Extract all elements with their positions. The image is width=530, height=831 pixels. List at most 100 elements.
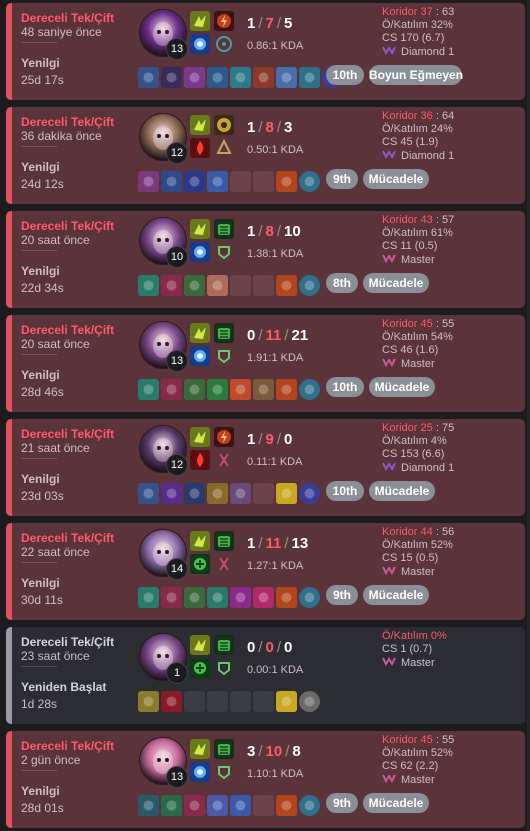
- match-duration: 22d 34s: [21, 281, 64, 295]
- item-icon[interactable]: [230, 795, 251, 816]
- item-icon[interactable]: [184, 587, 205, 608]
- result-stripe: [6, 3, 12, 100]
- ward-item-icon[interactable]: [299, 795, 320, 816]
- ward-item-icon[interactable]: [299, 275, 320, 296]
- match-card[interactable]: Dereceli Tek/Çift 36 dakika önce Yenilgi…: [6, 107, 525, 204]
- champion-level: 12: [166, 454, 188, 476]
- assists: 5: [284, 15, 293, 32]
- item-icon[interactable]: [138, 483, 159, 504]
- kills: 0: [247, 639, 256, 656]
- item-icon[interactable]: [161, 379, 182, 400]
- item-icon[interactable]: [253, 379, 274, 400]
- pk-line: Koridor 25 : 75: [382, 422, 455, 434]
- match-card[interactable]: Dereceli Tek/Çift 20 saat önce Yenilgi 22…: [6, 211, 525, 308]
- flash-spell-icon: [190, 242, 210, 262]
- item-icon[interactable]: [161, 171, 182, 192]
- aftershock-rune-icon: [214, 531, 234, 551]
- match-card[interactable]: Dereceli Tek/Çift 20 saat önce Yenilgi 28…: [6, 315, 525, 412]
- item-icon[interactable]: [230, 587, 251, 608]
- ward-item-icon[interactable]: [299, 171, 320, 192]
- kills: 1: [247, 119, 256, 136]
- pk-label: Koridor 37: [382, 6, 433, 18]
- item-slot-empty: [253, 275, 274, 296]
- item-icon[interactable]: [161, 275, 182, 296]
- kda-score: 1/8/3: [247, 119, 293, 136]
- item-icon[interactable]: [207, 67, 228, 88]
- item-icon[interactable]: [207, 483, 228, 504]
- item-icon[interactable]: [184, 795, 205, 816]
- item-slot-empty: [207, 691, 228, 712]
- kill-participation: Ö/Katılım 54%: [382, 331, 453, 343]
- time-ago: 20 saat önce: [21, 337, 90, 351]
- kill-participation: Ö/Katılım 52%: [382, 747, 453, 759]
- item-icon[interactable]: [184, 171, 205, 192]
- ward-item-icon[interactable]: [299, 587, 320, 608]
- pk-percent: 55: [441, 318, 455, 330]
- item-icon[interactable]: [207, 379, 228, 400]
- item-icon[interactable]: [138, 587, 159, 608]
- match-card[interactable]: Dereceli Tek/Çift 2 gün önce Yenilgi 28d …: [6, 731, 525, 828]
- kda-score: 0/0/0: [247, 639, 293, 656]
- item-icon[interactable]: [161, 795, 182, 816]
- ward-item-icon[interactable]: [299, 483, 320, 504]
- item-icon[interactable]: [161, 691, 182, 712]
- deaths: 7: [265, 15, 274, 32]
- item-icon[interactable]: [184, 483, 205, 504]
- match-stats: Koridor 25 : 75 Ö/Katılım 4% CS 153 (6.6…: [382, 422, 522, 475]
- ward-item-icon[interactable]: [299, 691, 320, 712]
- pk-percent: 63: [441, 6, 455, 18]
- ghost-spell-icon: [190, 531, 210, 551]
- match-card[interactable]: Dereceli Tek/Çift 21 saat önce Yenilgi 23…: [6, 419, 525, 516]
- item-icon[interactable]: [138, 275, 159, 296]
- item-icon[interactable]: [276, 691, 297, 712]
- item-icon[interactable]: [299, 67, 320, 88]
- item-icon[interactable]: [230, 67, 251, 88]
- creep-score: CS 170 (6.7): [382, 32, 445, 44]
- rank-icon: [382, 253, 401, 267]
- rank-icon: [382, 149, 401, 163]
- item-icon[interactable]: [161, 587, 182, 608]
- deaths: 11: [265, 327, 282, 344]
- item-icon[interactable]: [276, 171, 297, 192]
- match-result: Yenilgi: [21, 160, 60, 174]
- item-icon[interactable]: [138, 171, 159, 192]
- item-icon[interactable]: [138, 691, 159, 712]
- ward-item-icon[interactable]: [299, 379, 320, 400]
- item-icon[interactable]: [276, 795, 297, 816]
- item-icon[interactable]: [230, 379, 251, 400]
- item-icon[interactable]: [184, 67, 205, 88]
- item-icon[interactable]: [276, 483, 297, 504]
- item-icon[interactable]: [138, 67, 159, 88]
- item-icon[interactable]: [276, 275, 297, 296]
- assists: 3: [284, 119, 293, 136]
- item-icon[interactable]: [230, 483, 251, 504]
- match-duration: 24d 12s: [21, 177, 64, 191]
- item-icon[interactable]: [138, 795, 159, 816]
- kda-score: 1/7/5: [247, 15, 293, 32]
- result-stripe: [6, 107, 12, 204]
- item-icon[interactable]: [207, 795, 228, 816]
- item-icon[interactable]: [184, 379, 205, 400]
- queue-type: Dereceli Tek/Çift: [21, 531, 115, 545]
- item-icon[interactable]: [207, 275, 228, 296]
- performance-badge: Mücadele: [363, 169, 429, 189]
- item-icon[interactable]: [138, 379, 159, 400]
- resolve-rune-icon: [214, 658, 234, 678]
- item-icon[interactable]: [276, 379, 297, 400]
- item-icon[interactable]: [276, 587, 297, 608]
- kill-participation: Ö/Katılım 32%: [382, 19, 453, 31]
- match-card[interactable]: Dereceli Tek/Çift 48 saniye önce Yenilgi…: [6, 3, 525, 100]
- item-icon[interactable]: [276, 67, 297, 88]
- domination-rune-icon: [214, 554, 234, 574]
- item-icon[interactable]: [253, 67, 274, 88]
- item-icon[interactable]: [161, 67, 182, 88]
- average-rank: Master: [382, 253, 522, 267]
- item-icon[interactable]: [207, 587, 228, 608]
- item-icon[interactable]: [207, 171, 228, 192]
- item-icon[interactable]: [184, 275, 205, 296]
- electrocute-rune-icon: [214, 427, 234, 447]
- match-card[interactable]: Dereceli Tek/Çift 23 saat önce Yeniden B…: [6, 627, 525, 724]
- match-card[interactable]: Dereceli Tek/Çift 22 saat önce Yenilgi 30…: [6, 523, 525, 620]
- item-icon[interactable]: [253, 587, 274, 608]
- item-icon[interactable]: [161, 483, 182, 504]
